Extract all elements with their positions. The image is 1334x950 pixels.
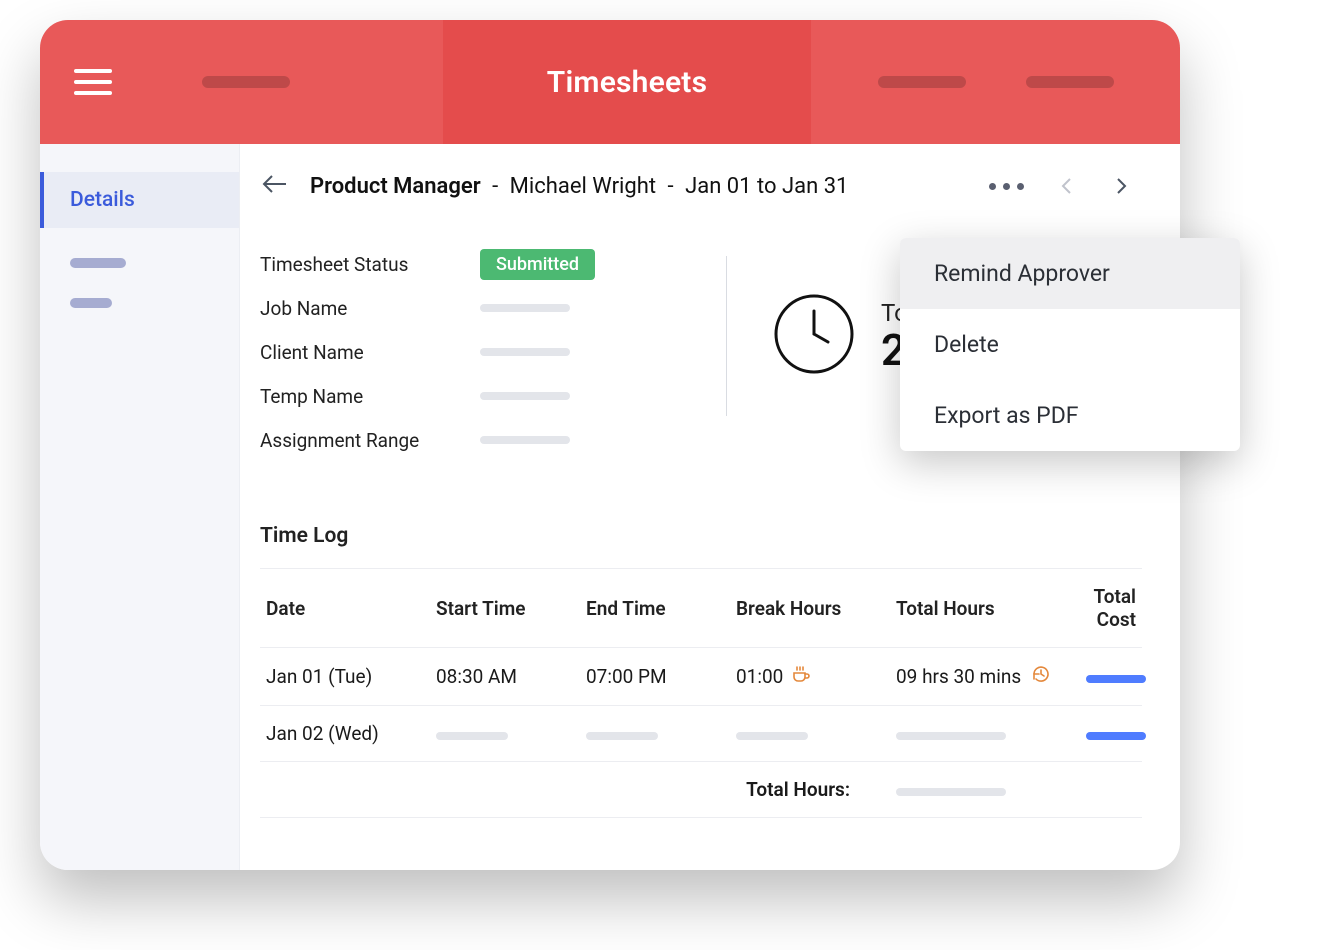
field-label-status: Timesheet Status — [260, 253, 480, 276]
field-label-job: Job Name — [260, 297, 480, 320]
breadcrumb: Product Manager - Michael Wright - Jan 0… — [310, 174, 848, 199]
sidebar-item-label: Details — [70, 188, 135, 212]
col-start: Start Time — [430, 569, 580, 648]
field-placeholder — [480, 392, 570, 400]
menu-item-remind-approver[interactable]: Remind Approver — [900, 238, 1240, 309]
totals-label: Total Hours: — [260, 762, 890, 818]
app-header: Timesheets — [40, 20, 1180, 144]
breadcrumb-range: Jan 01 to Jan 31 — [685, 174, 848, 199]
cell-hours: 09 hrs 30 mins — [890, 648, 1080, 706]
col-end: End Time — [580, 569, 730, 648]
cell-placeholder — [890, 762, 1080, 818]
table-row[interactable]: Jan 02 (Wed) — [260, 706, 1142, 762]
menu-item-delete[interactable]: Delete — [900, 309, 1240, 380]
history-icon — [1031, 664, 1051, 689]
col-date: Date — [260, 569, 430, 648]
col-hours: Total Hours — [890, 569, 1080, 648]
status-badge: Submitted — [480, 249, 595, 280]
cell-placeholder — [430, 706, 580, 762]
cell-placeholder — [580, 706, 730, 762]
more-options-menu: Remind Approver Delete Export as PDF — [900, 238, 1240, 451]
more-options-button[interactable] — [989, 183, 1024, 190]
cell-break: 01:00 — [730, 648, 890, 706]
header-placeholder — [878, 76, 966, 88]
cell-date: Jan 01 (Tue) — [260, 648, 430, 706]
cell-date: Jan 02 (Wed) — [260, 706, 430, 762]
sidebar-item-details[interactable]: Details — [40, 172, 239, 228]
prev-button[interactable] — [1056, 175, 1078, 197]
sidebar-placeholder — [70, 298, 112, 308]
summary-fields: Timesheet Status Submitted Job Name Clie… — [260, 242, 680, 462]
back-button[interactable] — [260, 172, 288, 200]
breadcrumb-person: Michael Wright — [510, 174, 656, 199]
sidebar-placeholder — [70, 258, 126, 268]
cell-cost — [1080, 648, 1142, 706]
field-placeholder — [480, 436, 570, 444]
header-placeholder — [1026, 76, 1114, 88]
clock-icon — [773, 293, 855, 379]
cell-placeholder — [730, 706, 890, 762]
page-title: Timesheets — [547, 65, 707, 100]
field-label-range: Assignment Range — [260, 429, 480, 452]
breadcrumb-job: Product Manager — [310, 174, 481, 199]
field-placeholder — [480, 348, 570, 356]
col-break: Break Hours — [730, 569, 890, 648]
field-label-client: Client Name — [260, 341, 480, 364]
field-placeholder — [480, 304, 570, 312]
coffee-icon — [791, 664, 811, 689]
section-title-timelog: Time Log — [260, 524, 1142, 548]
cell-placeholder — [890, 706, 1080, 762]
field-label-temp: Temp Name — [260, 385, 480, 408]
cell-cost — [1080, 706, 1142, 762]
cell-end: 07:00 PM — [580, 648, 730, 706]
time-log-table: Date Start Time End Time Break Hours Tot… — [260, 568, 1142, 818]
col-cost: Total Cost — [1080, 569, 1142, 648]
next-button[interactable] — [1110, 175, 1132, 197]
sidebar: Details — [40, 144, 240, 870]
header-placeholder — [202, 76, 290, 88]
cell-start: 08:30 AM — [430, 648, 580, 706]
table-row[interactable]: Jan 01 (Tue) 08:30 AM 07:00 PM 01:00 — [260, 648, 1142, 706]
totals-row: Total Hours: — [260, 762, 1142, 818]
hamburger-icon[interactable] — [74, 67, 112, 97]
menu-item-export-pdf[interactable]: Export as PDF — [900, 380, 1240, 451]
